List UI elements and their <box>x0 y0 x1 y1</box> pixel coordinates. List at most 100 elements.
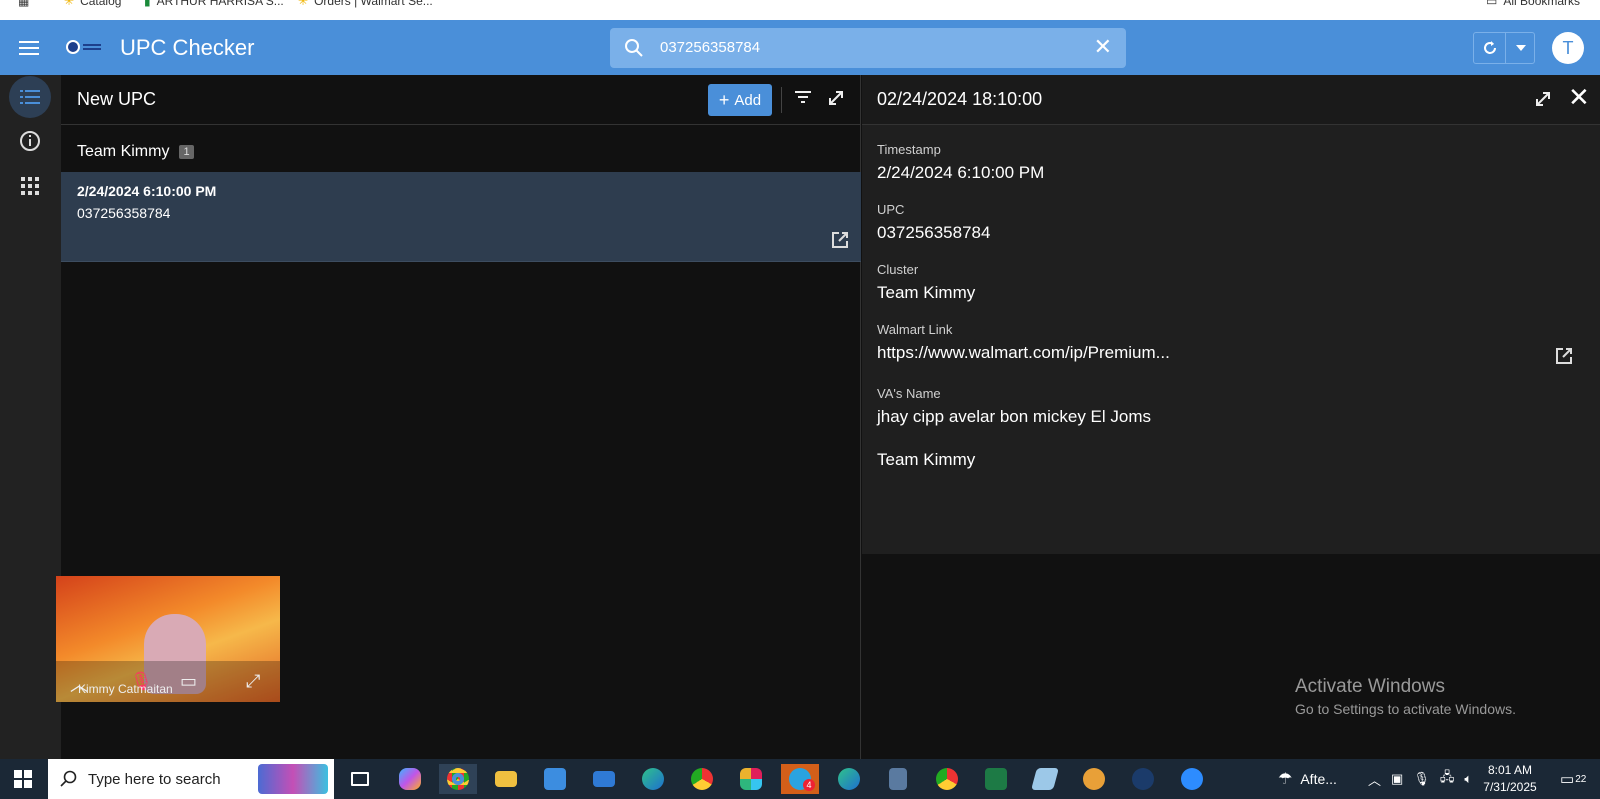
copilot-icon[interactable] <box>391 764 429 794</box>
activation-watermark: Activate Windows Go to Settings to activ… <box>1295 676 1516 717</box>
app-title: UPC Checker <box>120 35 255 60</box>
system-tray: ︿ ▣ 🎙︎ 🖧 🔈︎ <box>1368 759 1472 799</box>
list-item-date: 2/24/2024 6:10:00 PM <box>77 183 217 199</box>
search-icon <box>625 39 643 57</box>
menu-icon[interactable] <box>19 41 39 55</box>
app-header: UPC Checker 037256358784 ✕ T <box>0 20 1600 75</box>
apps-icon[interactable]: ▦ <box>18 0 29 8</box>
add-label: Add <box>734 91 762 109</box>
field-value-timestamp: 2/24/2024 6:10:00 PM <box>877 163 1045 182</box>
chevron-down-icon <box>1516 45 1526 51</box>
field-label-upc: UPC <box>877 202 905 217</box>
team-footer: Team Kimmy <box>877 450 976 469</box>
volume-icon[interactable]: 🔈︎ <box>1464 771 1472 787</box>
edge-icon[interactable] <box>634 764 672 794</box>
microphone-icon[interactable]: 🎙︎ <box>1413 771 1430 787</box>
umbrella-icon: ☂ <box>1278 771 1293 788</box>
rail-apps[interactable] <box>9 165 51 207</box>
detail-body: Timestamp 2/24/2024 6:10:00 PM UPC 03725… <box>862 125 1600 554</box>
field-value-cluster: Team Kimmy <box>877 283 976 302</box>
rail-list[interactable] <box>9 76 51 118</box>
slack-icon[interactable] <box>732 764 770 794</box>
windows-start-icon[interactable] <box>14 770 32 788</box>
watermark-subtitle: Go to Settings to activate Windows. <box>1295 701 1516 717</box>
mail-icon[interactable] <box>585 764 623 794</box>
fullscreen-icon[interactable]: ⤢ <box>246 671 260 692</box>
chrome-icon[interactable] <box>439 764 477 794</box>
notifications-button[interactable]: ▭ 22 <box>1560 759 1586 799</box>
avatar[interactable]: T <box>1552 32 1584 64</box>
game-icon[interactable] <box>1075 764 1113 794</box>
store-icon[interactable] <box>536 764 574 794</box>
weather-text: Afte... <box>1300 771 1337 787</box>
telegram-badge: 4 <box>803 779 815 791</box>
filter-icon[interactable] <box>795 91 811 103</box>
video-call-overlay[interactable]: ︿ 🎙︎ ▭ ⤢ Kimmy Catmaitan <box>56 576 280 702</box>
taskbar-search-placeholder: Type here to search <box>88 771 221 788</box>
chrome-profile-icon[interactable] <box>683 764 721 794</box>
bookmark-arthur[interactable]: ▮ ARTHUR HARRISA S... <box>144 0 284 8</box>
zoom-icon[interactable] <box>1173 764 1211 794</box>
meet-icon[interactable]: ▣ <box>1391 771 1403 787</box>
task-view-icon[interactable] <box>341 764 379 794</box>
field-value-upc: 037256358784 <box>877 223 991 242</box>
field-label-cluster: Cluster <box>877 262 919 277</box>
notification-count: 22 <box>1575 773 1587 785</box>
group-header[interactable]: Team Kimmy 1 <box>77 143 194 161</box>
telegram-icon[interactable]: 4 <box>781 764 819 794</box>
search-box[interactable]: 037256358784 ✕ <box>610 28 1126 68</box>
sync-button[interactable] <box>1474 33 1506 63</box>
excel-icon[interactable] <box>977 764 1015 794</box>
search-input[interactable]: 037256358784 <box>660 39 760 56</box>
bookmark-catalog[interactable]: ✳ Catalog <box>64 0 121 8</box>
calculator-icon[interactable] <box>879 764 917 794</box>
expand-icon[interactable] <box>1534 90 1552 108</box>
field-label-timestamp: Timestamp <box>877 142 941 157</box>
clock-date: 7/31/2025 <box>1483 780 1537 794</box>
app-window: ▦ ✳ Catalog ▮ ARTHUR HARRISA S... ✳ Orders … <box>0 0 1600 799</box>
search-icon <box>60 770 77 787</box>
list-item[interactable]: 2/24/2024 6:10:00 PM 037256358784 <box>61 172 861 262</box>
sync-dropdown-button[interactable] <box>1506 33 1536 63</box>
divider <box>781 87 782 113</box>
list-toolbar: New UPC + Add <box>61 75 861 125</box>
external-link-icon[interactable] <box>831 231 849 249</box>
watermark-title: Activate Windows <box>1295 676 1445 697</box>
rail-info[interactable] <box>9 120 51 162</box>
clock-time: 8:01 AM <box>1487 763 1533 777</box>
side-rail <box>0 75 61 759</box>
list-item-upc: 037256358784 <box>77 205 171 221</box>
file-explorer-icon[interactable] <box>487 764 525 794</box>
notes-icon[interactable] <box>1026 764 1064 794</box>
add-button[interactable]: + Add <box>708 84 772 116</box>
external-link-icon[interactable] <box>1555 347 1573 365</box>
list-icon <box>20 90 40 104</box>
network-icon[interactable]: 🖧 <box>1440 768 1455 790</box>
notification-icon: ▭ <box>1560 771 1575 788</box>
chevron-up-icon[interactable]: ︿ <box>1368 770 1381 789</box>
edge-profile-icon[interactable] <box>830 764 868 794</box>
bookmarks-bar: ▦ ✳ Catalog ▮ ARTHUR HARRISA S... ✳ Orders … <box>0 0 1600 20</box>
weather-widget[interactable]: ☂ Afte... <box>1278 759 1337 799</box>
field-value-va-name: jhay cipp avelar bon mickey El Joms <box>877 407 1152 426</box>
taskbar-search[interactable]: Type here to search <box>48 759 334 799</box>
clock[interactable]: 8:01 AM 7/31/2025 <box>1478 762 1542 796</box>
logo <box>66 39 104 55</box>
plus-icon: + <box>718 90 730 110</box>
sync-icon <box>1483 41 1496 54</box>
camera-icon[interactable]: ▭ <box>180 671 197 692</box>
all-bookmarks[interactable]: ▭ All Bookmarks <box>1486 0 1580 8</box>
expand-icon[interactable] <box>827 89 845 107</box>
steam-icon[interactable] <box>1124 764 1162 794</box>
clear-search-icon[interactable]: ✕ <box>1094 36 1112 58</box>
bookmark-orders[interactable]: ✳ Orders | Walmart Se... <box>298 0 433 8</box>
list-title: New UPC <box>77 89 157 109</box>
group-name: Team Kimmy <box>77 143 170 160</box>
chrome-alt-icon[interactable] <box>928 764 966 794</box>
taskbar: Type here to search 4 ☂ Afte... ︿ ▣ 🎙︎ 🖧 … <box>0 759 1600 799</box>
participant-name: Kimmy Catmaitan <box>78 682 173 696</box>
close-icon[interactable]: ✕ <box>1568 84 1590 110</box>
walmart-link[interactable]: https://www.walmart.com/ip/Premium... <box>877 343 1170 363</box>
info-icon <box>20 131 40 151</box>
detail-pane: 02/24/2024 18:10:00 ✕ Timestamp 2/24/202… <box>862 75 1600 759</box>
